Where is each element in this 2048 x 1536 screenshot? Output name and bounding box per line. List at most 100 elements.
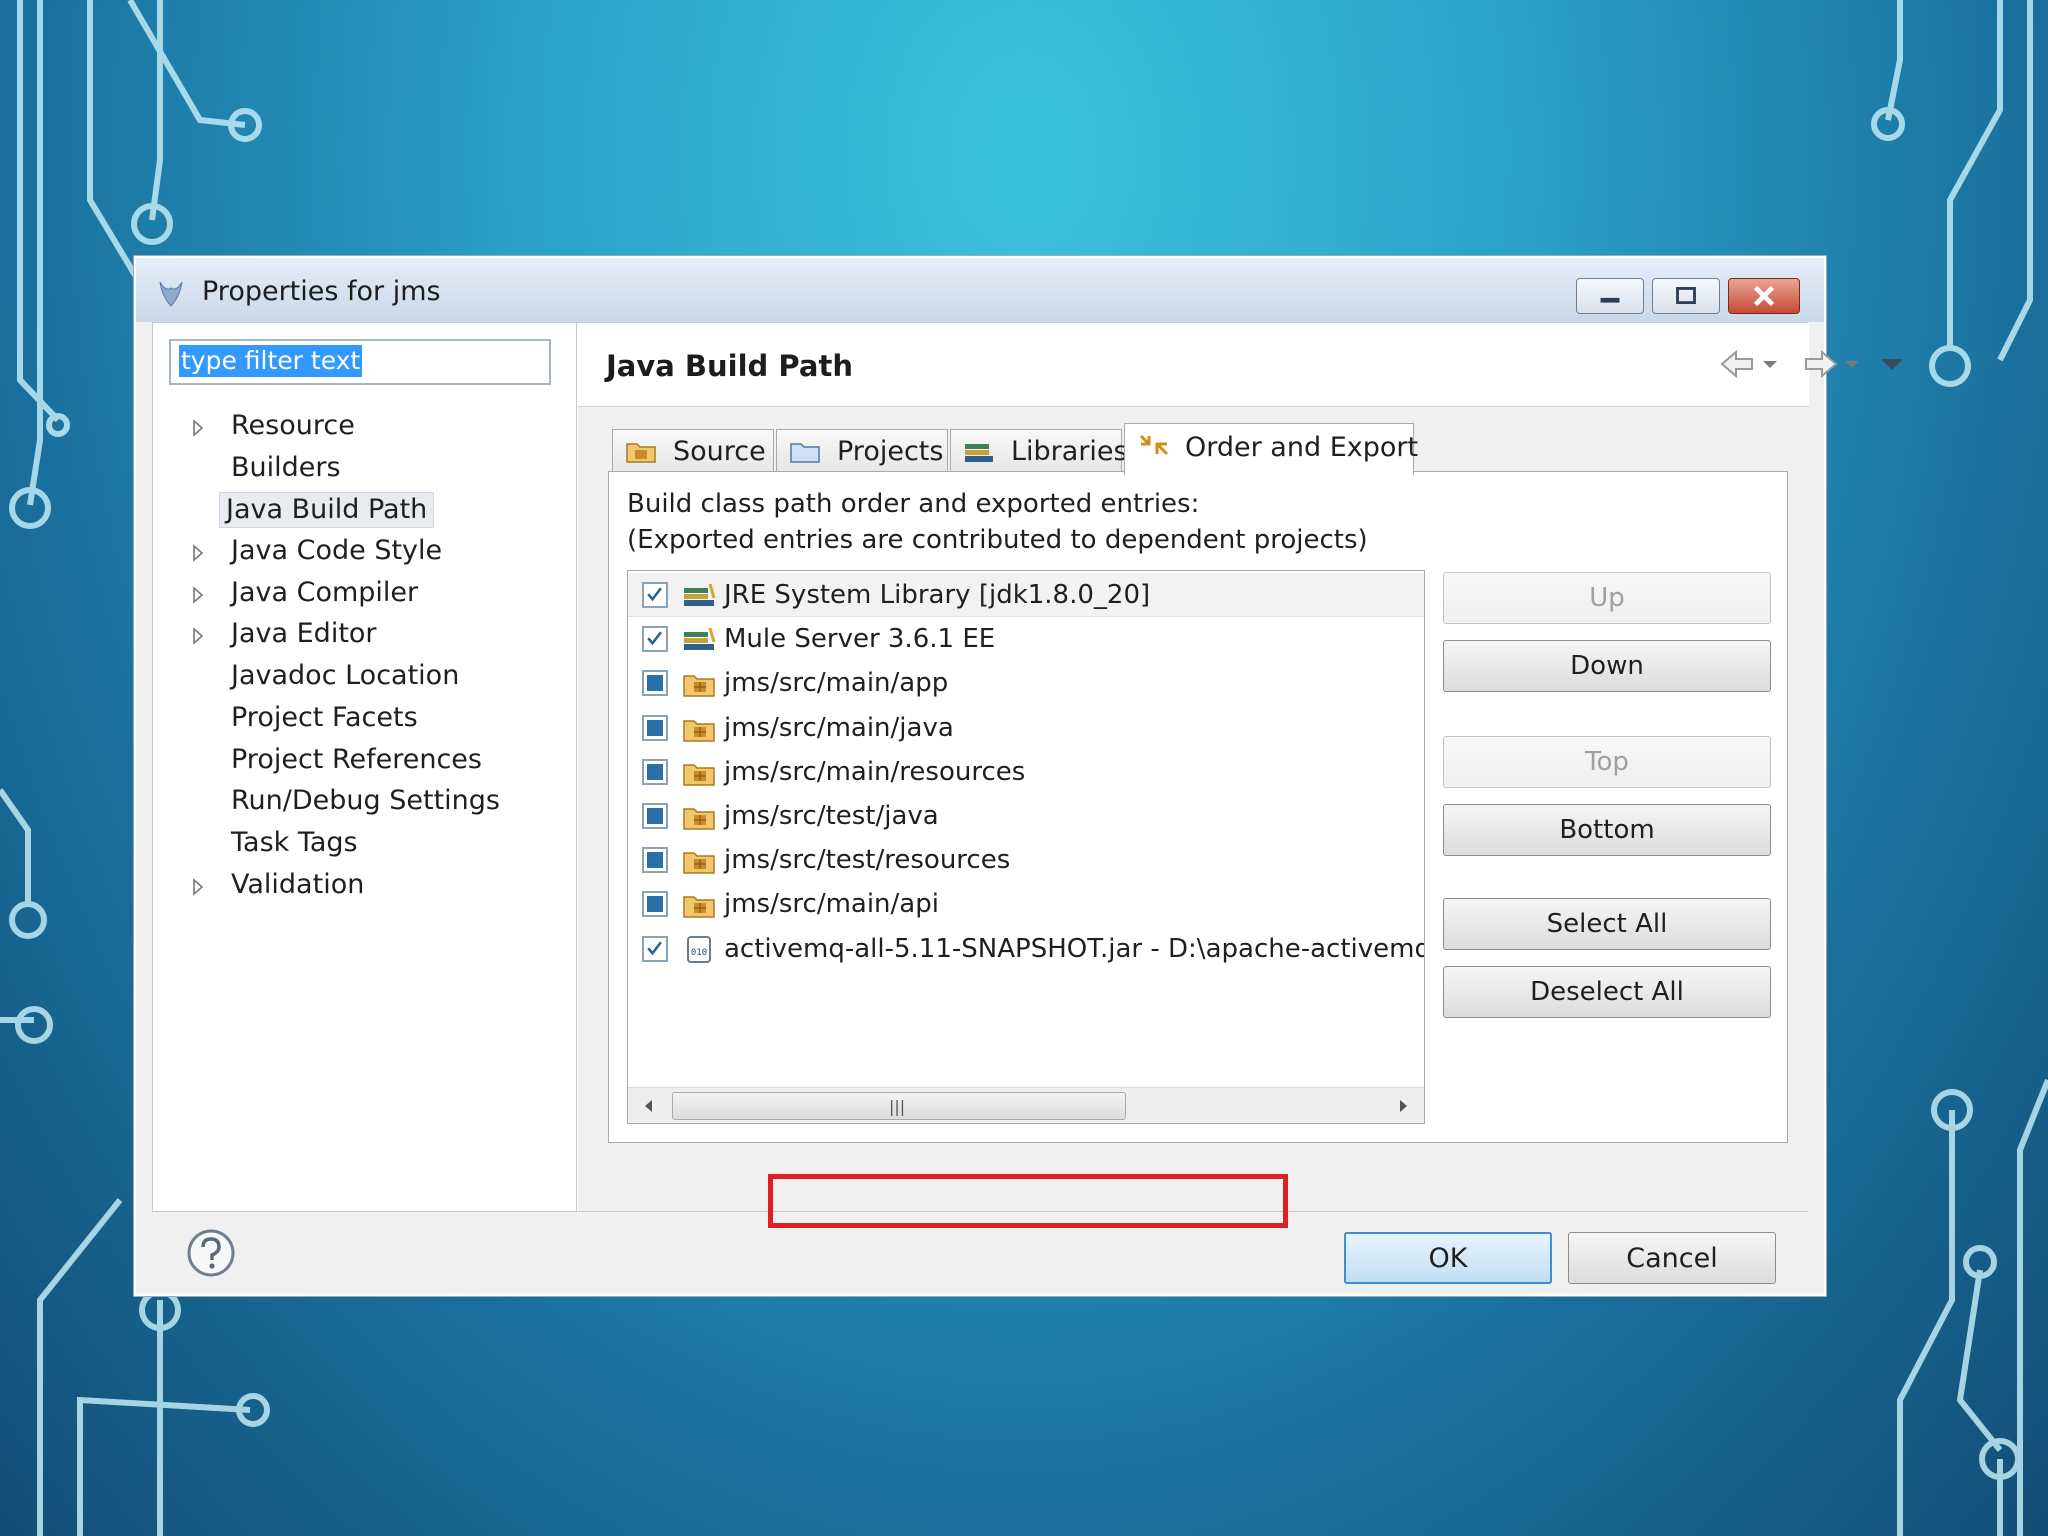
tree-item-label: Resource <box>231 410 355 441</box>
tree-item-project-facets[interactable]: Project Facets <box>153 697 576 739</box>
tree-item-label: Javadoc Location <box>231 660 460 692</box>
minimize-icon <box>1600 297 1620 303</box>
tree-item-builders[interactable]: Builders <box>153 447 576 489</box>
partial-checkbox[interactable] <box>642 803 668 829</box>
scroll-right-icon[interactable] <box>1396 1098 1410 1114</box>
help-icon[interactable] <box>186 1228 236 1278</box>
forward-arrow-icon[interactable] <box>1800 347 1840 381</box>
panel-description: Build class path order and exported entr… <box>627 489 1368 555</box>
list-item[interactable]: jms/src/test/java <box>628 794 1424 838</box>
ok-button[interactable]: OK <box>1344 1232 1552 1284</box>
entry-label: Mule Server 3.6.1 EE <box>724 624 996 655</box>
package-folder-icon <box>683 808 715 830</box>
view-menu-icon[interactable] <box>1878 347 1906 381</box>
scrollbar-thumb[interactable]: ||| <box>672 1092 1126 1120</box>
entry-label: jms/src/main/java <box>724 712 954 743</box>
navigation-pane: type filter text Resource Builders Java Bu… <box>153 323 577 1211</box>
down-button[interactable]: Down <box>1443 640 1771 692</box>
maximize-icon <box>1676 287 1696 305</box>
close-button[interactable] <box>1728 278 1800 314</box>
cancel-button[interactable]: Cancel <box>1568 1232 1776 1284</box>
entry-label: jms/src/main/resources <box>724 756 1026 787</box>
order-export-panel: Build class path order and exported entr… <box>608 471 1788 1143</box>
checked-checkbox[interactable] <box>642 582 668 608</box>
title-bar[interactable]: Properties for jms <box>136 258 1824 322</box>
property-page: Java Build Path Source Projects Librarie… <box>578 323 1903 1211</box>
list-item[interactable]: jms/src/main/api <box>628 882 1424 926</box>
classpath-entry-list[interactable]: JRE System Library [jdk1.8.0_20] Mule Ser… <box>627 570 1425 1124</box>
maximize-button[interactable] <box>1652 278 1720 314</box>
tree-item-run-debug-settings[interactable]: Run/Debug Settings <box>153 780 576 822</box>
bottom-button[interactable]: Bottom <box>1443 804 1771 856</box>
tree-item-javadoc-location[interactable]: Javadoc Location <box>153 655 576 697</box>
top-button[interactable]: Top <box>1443 736 1771 788</box>
list-item[interactable]: jms/src/main/java <box>628 706 1424 750</box>
entry-label: jms/src/main/app <box>724 668 949 699</box>
scroll-left-icon[interactable] <box>642 1098 656 1114</box>
tab-projects[interactable]: Projects <box>776 429 948 473</box>
partial-checkbox[interactable] <box>642 891 668 918</box>
checkmark-icon <box>647 587 662 602</box>
entry-label: JRE System Library [jdk1.8.0_20] <box>724 580 1151 610</box>
tree-item-project-references[interactable]: Project References <box>153 739 576 781</box>
list-item[interactable]: jms/src/main/resources <box>628 750 1424 794</box>
partial-checkbox[interactable] <box>642 670 668 697</box>
partial-check-mark <box>647 763 663 780</box>
partial-checkbox[interactable] <box>642 847 668 874</box>
source-folder-icon <box>626 443 656 463</box>
checked-checkbox[interactable] <box>642 626 668 653</box>
tree-item-java-code-style[interactable]: Java Code Style <box>153 530 576 572</box>
back-arrow-icon[interactable] <box>1718 347 1758 381</box>
checkmark-icon <box>647 941 662 955</box>
tree-item-validation[interactable]: Validation <box>153 864 576 906</box>
partial-check-mark <box>647 896 663 913</box>
projects-folder-icon <box>790 443 820 463</box>
tab-source[interactable]: Source <box>612 429 774 473</box>
select-all-button[interactable]: Select All <box>1443 898 1771 950</box>
horizontal-scrollbar[interactable]: ||| <box>628 1087 1424 1123</box>
tree-item-resource[interactable]: Resource <box>153 405 576 447</box>
expand-arrow-icon[interactable] <box>191 585 205 604</box>
tree-item-label: Project References <box>231 743 482 775</box>
expand-arrow-icon[interactable] <box>191 877 205 896</box>
forward-menu-icon[interactable] <box>1842 347 1862 381</box>
deselect-all-button[interactable]: Deselect All <box>1443 966 1771 1018</box>
tree-item-label: Java Editor <box>231 618 377 650</box>
expand-arrow-icon[interactable] <box>191 627 205 646</box>
tree-item-java-compiler[interactable]: Java Compiler <box>153 572 576 614</box>
expand-arrow-icon[interactable] <box>191 544 205 562</box>
entry-label: activemq-all-5.11-SNAPSHOT.jar - D:\apac… <box>724 933 1425 964</box>
tree-item-label: Java Compiler <box>231 576 419 608</box>
tab-order-and-export[interactable]: Order and Export <box>1124 423 1418 475</box>
filter-selected-text: type filter text <box>179 345 363 377</box>
package-folder-icon <box>683 675 715 698</box>
partial-check-mark <box>647 675 663 692</box>
tree-item-task-tags[interactable]: Task Tags <box>153 822 576 864</box>
tree-item-java-editor[interactable]: Java Editor <box>153 613 576 655</box>
entry-label: jms/src/test/java <box>724 801 939 831</box>
up-button[interactable]: Up <box>1443 572 1771 624</box>
minimize-button[interactable] <box>1576 278 1644 314</box>
tree-item-label: Java Code Style <box>231 535 443 567</box>
partial-checkbox[interactable] <box>642 714 668 741</box>
tab-libraries[interactable]: Libraries <box>950 429 1128 473</box>
close-icon <box>1753 285 1775 307</box>
checked-checkbox[interactable] <box>642 935 668 962</box>
expand-arrow-icon[interactable] <box>191 419 205 437</box>
properties-dialog: Properties for jms type filter text Reso… <box>134 256 1903 1296</box>
checkmark-icon <box>647 631 662 646</box>
list-item[interactable]: 010 activemq-all-5.11-SNAPSHOT.jar - D:\a… <box>628 927 1424 971</box>
list-item[interactable]: jms/src/test/resources <box>628 838 1424 882</box>
list-item[interactable]: jms/src/main/app <box>628 661 1424 705</box>
partial-checkbox[interactable] <box>642 758 668 785</box>
page-title: Java Build Path <box>606 349 853 383</box>
partial-check-mark <box>647 852 663 869</box>
tree-item-label: Run/Debug Settings <box>231 785 500 817</box>
list-item[interactable]: JRE System Library [jdk1.8.0_20] <box>628 573 1424 617</box>
back-menu-icon[interactable] <box>1760 347 1780 381</box>
tree-item-java-build-path[interactable]: Java Build Path <box>153 488 576 530</box>
package-folder-icon <box>683 896 715 919</box>
list-item[interactable]: Mule Server 3.6.1 EE <box>628 617 1424 661</box>
entry-label: jms/src/test/resources <box>724 845 1011 876</box>
jar-entry-highlight <box>768 1174 1288 1228</box>
